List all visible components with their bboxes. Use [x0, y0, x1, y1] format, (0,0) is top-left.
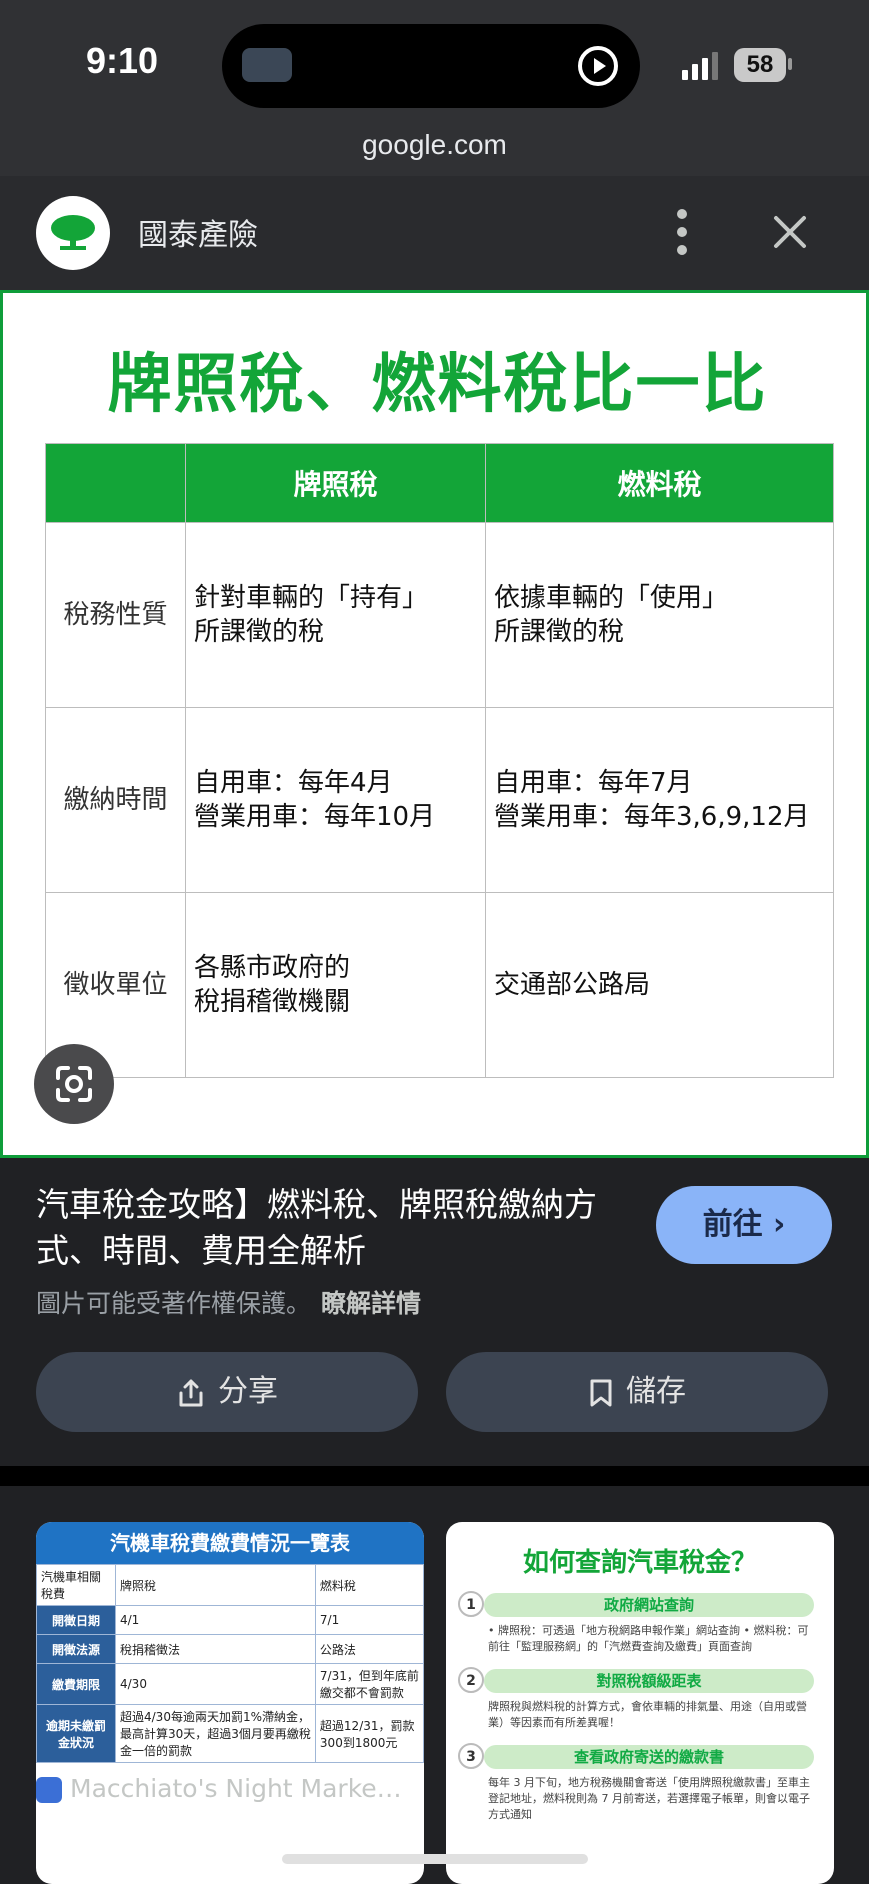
table-cell: 燃料稅	[314, 1564, 424, 1606]
step-text: • 牌照稅：可透過「地方稅網路申報作業」網站查詢 • 燃料稅：可前往「監理服務網…	[488, 1624, 809, 1653]
table-cell: 公路法	[314, 1634, 424, 1664]
image-title: 牌照稅、燃料稅比一比	[107, 348, 768, 422]
table-header-cell: 牌照稅	[185, 443, 486, 523]
table-cell: 超過12/31，罰款300到1800元	[314, 1704, 424, 1763]
related-table: 汽機車相關稅費 牌照稅 燃料稅 開徵日期 4/1 7/1 開徵法源 稅捐稽徵法 …	[36, 1564, 424, 1763]
table-cell: 各縣市政府的 稅捐稽徵機關	[185, 892, 486, 1078]
table-header-row: 牌照稅 燃料稅	[45, 443, 834, 523]
bookmark-icon	[590, 1379, 612, 1406]
related-image-card[interactable]: 如何查詢汽車稅金？ 1 政府網站查詢 • 牌照稅：可透過「地方稅網路申報作業」網站…	[446, 1522, 834, 1884]
tree-logo-icon	[51, 215, 95, 250]
related-image-title: 汽機車稅費繳費情況一覽表	[36, 1522, 424, 1564]
section-divider	[0, 1466, 869, 1486]
step-text: 每年 3 月下旬，地方稅務機關會寄送「使用牌照稅繳款書」至車主登記地址，燃料稅則…	[488, 1776, 810, 1821]
viewer-header: 國泰產險	[0, 176, 869, 290]
step-text: 牌照稅與燃料稅的計算方式，會依車輛的排氣量、用途（自用或營業）等因素而有所差異喔…	[488, 1700, 807, 1729]
address-bar[interactable]: google.com	[0, 128, 869, 176]
related-source[interactable]: Macchiato's Night Marke…	[36, 1774, 402, 1803]
step-label: 對照稅額級距表	[596, 1672, 702, 1690]
table-cell: 開徵日期	[36, 1605, 116, 1635]
table-cell: 逾期未繳罰金狀況	[36, 1704, 116, 1763]
site-favicon-icon	[36, 1777, 62, 1803]
step-item: 3 查看政府寄送的繳款書	[458, 1743, 814, 1769]
step-item: 1 政府網站查詢	[458, 1591, 814, 1617]
table-cell: 7/1	[314, 1605, 424, 1635]
status-bar: 9:10 58	[0, 0, 869, 128]
chevron-right-icon: ›	[773, 1207, 786, 1242]
table-row: 徵收單位 各縣市政府的 稅捐稽徵機關 交通部公路局	[45, 892, 834, 1078]
table-cell: 自用車：每年4月 營業用車：每年10月	[185, 707, 486, 893]
related-source-name: Macchiato's Night Marke…	[70, 1774, 402, 1803]
more-options-icon[interactable]	[664, 206, 700, 258]
related-title[interactable]: 稅務常識】汽車牌照稅與…	[36, 1814, 416, 1858]
home-indicator[interactable]	[282, 1854, 588, 1864]
table-cell: 針對車輛的「持有」 所課徵的稅	[185, 522, 486, 708]
table-cell: 4/30	[115, 1663, 316, 1705]
table-cell: 7/31，但到年底前繳交都不會罰款	[314, 1663, 424, 1705]
save-button[interactable]: 儲存	[446, 1352, 828, 1432]
copyright-notice: 圖片可能受著作權保護。 瞭解詳情	[36, 1284, 421, 1320]
share-icon	[179, 1379, 203, 1406]
lens-button[interactable]	[34, 1044, 114, 1124]
lens-icon	[56, 1066, 92, 1102]
table-cell: 自用車：每年7月 營業用車：每年3,6,9,12月	[485, 707, 834, 893]
visit-button[interactable]: 前往 ›	[656, 1186, 832, 1264]
table-cell: 牌照稅	[115, 1564, 316, 1606]
dynamic-island[interactable]	[222, 24, 640, 108]
copyright-text: 圖片可能受著作權保護。	[36, 1289, 312, 1318]
table-cell: 4/1	[115, 1605, 316, 1635]
signal-icon	[682, 52, 718, 80]
related-image-title: 如何查詢汽車稅金？	[522, 1548, 757, 1578]
status-time: 9:10	[86, 40, 159, 81]
play-icon[interactable]	[576, 44, 620, 88]
step-number: 2	[458, 1667, 484, 1693]
share-button[interactable]: 分享	[36, 1352, 418, 1432]
table-cell: 繳費期限	[36, 1663, 116, 1705]
battery-level: 58	[734, 48, 786, 82]
table-cell: 依據車輛的「使用」 所課徵的稅	[485, 522, 834, 708]
result-title[interactable]: 汽車稅金攻略】燃料稅、牌照稅繳納方式、時間、費用全解析	[36, 1182, 636, 1274]
step-label: 查看政府寄送的繳款書	[573, 1748, 724, 1766]
visit-button-label: 前往	[702, 1207, 763, 1242]
save-label: 儲存	[626, 1374, 686, 1409]
step-number: 3	[458, 1743, 484, 1769]
table-header-cell: 燃料稅	[485, 443, 834, 523]
step-label: 政府網站查詢	[603, 1596, 694, 1614]
row-label: 稅務性質	[45, 522, 186, 708]
table-header-cell	[45, 443, 186, 523]
preview-image[interactable]: 牌照稅、燃料稅比一比 牌照稅 燃料稅 稅務性質 針對車輛的「持有」 所課徵的稅 …	[0, 290, 869, 1158]
comparison-table: 牌照稅 燃料稅 稅務性質 針對車輛的「持有」 所課徵的稅 依據車輛的「使用」 所…	[45, 443, 834, 1078]
table-row: 繳納時間 自用車：每年4月 營業用車：每年10月 自用車：每年7月 營業用車：每…	[45, 707, 834, 893]
table-cell: 交通部公路局	[485, 892, 834, 1078]
table-cell: 開徵法源	[36, 1634, 116, 1664]
battery-cap	[788, 58, 792, 70]
learn-more-link[interactable]: 瞭解詳情	[321, 1289, 421, 1318]
share-label: 分享	[218, 1374, 278, 1409]
source-logo[interactable]	[36, 196, 110, 270]
row-label: 繳納時間	[45, 707, 186, 893]
source-name[interactable]: 國泰產險	[138, 210, 258, 254]
step-item: 2 對照稅額級距表	[458, 1667, 814, 1693]
media-thumbnail	[242, 48, 292, 82]
step-number: 1	[458, 1591, 484, 1617]
table-row: 稅務性質 針對車輛的「持有」 所課徵的稅 依據車輛的「使用」 所課徵的稅	[45, 522, 834, 708]
table-cell: 汽機車相關稅費	[36, 1564, 116, 1606]
table-cell: 超過4/30每逾兩天加罰1%滯納金，最高計算30天，超過3個月要再繳稅金一倍的罰…	[115, 1704, 316, 1763]
close-icon[interactable]	[768, 210, 812, 254]
table-cell: 稅捐稽徵法	[115, 1634, 316, 1664]
